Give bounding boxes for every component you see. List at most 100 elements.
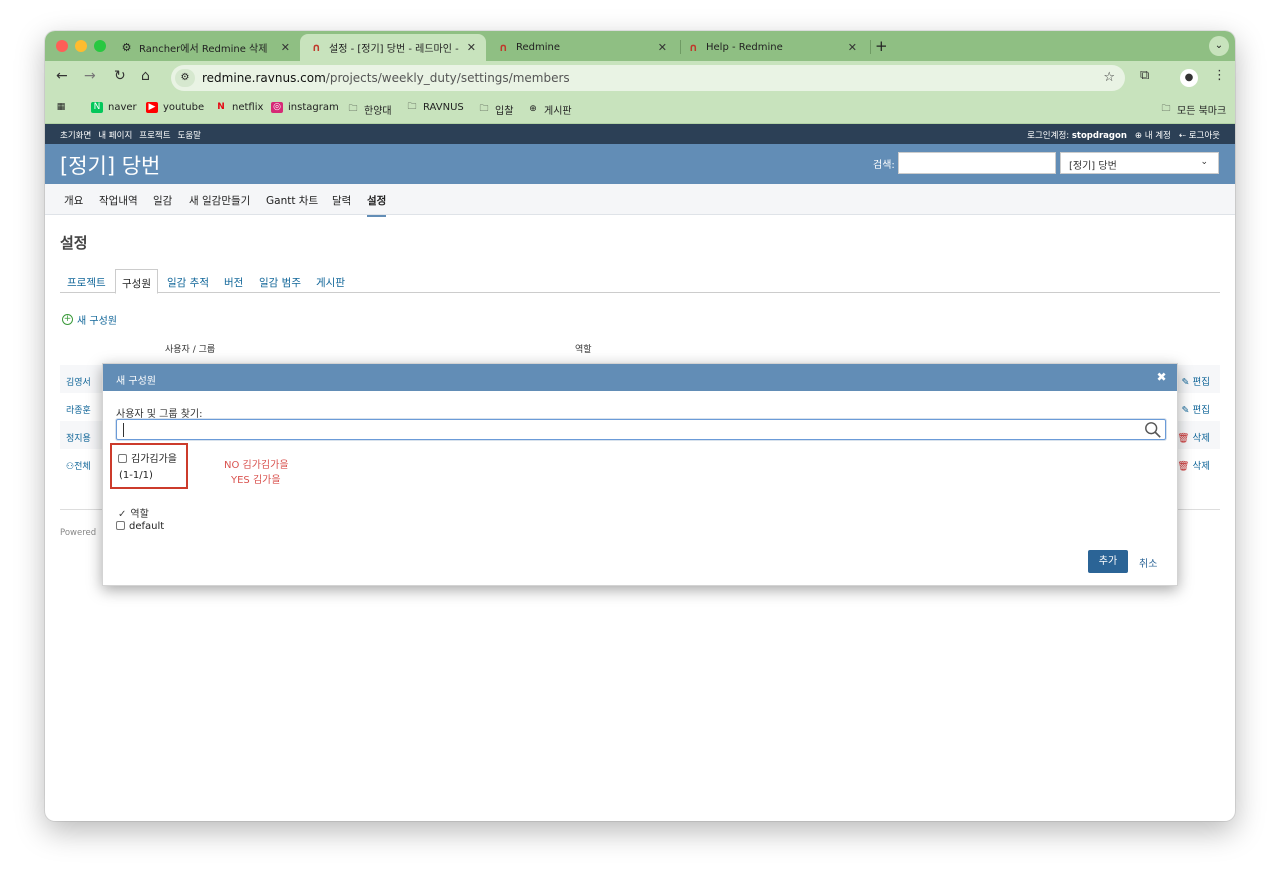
folder-icon: 🗀	[1161, 104, 1171, 114]
top-menu-help[interactable]: 도움말	[178, 129, 201, 141]
gear-icon: ⚙	[121, 41, 132, 54]
bookmark-netflix[interactable]: Nnetflix	[215, 102, 263, 113]
delete-link[interactable]: 🗑 삭제	[1177, 458, 1210, 472]
roles-legend[interactable]: ✓ 역할	[118, 505, 149, 520]
naver-icon: N	[91, 102, 103, 113]
menu-gantt[interactable]: Gantt 차트	[266, 193, 318, 208]
login-user[interactable]: stopdragon	[1072, 131, 1127, 141]
project-title: [정기] 당번	[60, 154, 161, 178]
reload-icon[interactable]: ↻	[114, 68, 126, 84]
minimize-window-button[interactable]	[75, 40, 87, 52]
site-settings-icon[interactable]: ⚙	[175, 69, 195, 87]
bookmark-naver[interactable]: Nnaver	[91, 102, 137, 113]
my-account-link[interactable]: ⊕ 내 계정	[1135, 129, 1171, 141]
tab-project[interactable]: 프로젝트	[67, 275, 106, 290]
tab-issue-categories[interactable]: 일감 범주	[259, 275, 301, 290]
bookmark-youtube[interactable]: ▶ youtube	[146, 102, 204, 113]
all-bookmarks[interactable]: 🗀 모든 북마크	[1160, 102, 1226, 117]
home-icon[interactable]: ⌂	[141, 68, 150, 84]
bookmark-folder-bid[interactable]: 🗀 입찰	[478, 102, 513, 117]
add-circle-icon: +	[62, 314, 73, 325]
cancel-link[interactable]: 취소	[1139, 555, 1157, 570]
principal-checkbox[interactable]	[118, 454, 127, 463]
role-checkbox[interactable]	[116, 521, 125, 530]
browser-menu-icon[interactable]: ⋮	[1213, 68, 1226, 83]
top-menu-projects[interactable]: 프로젝트	[139, 129, 170, 141]
member-name[interactable]: 라종훈	[66, 406, 91, 416]
netflix-icon: N	[217, 102, 225, 112]
principal-name: 김가김가을	[131, 454, 177, 465]
tab-separator	[870, 40, 871, 54]
logout-link[interactable]: ⇠ 로그아웃	[1179, 129, 1220, 141]
member-name[interactable]: 정지용	[66, 434, 91, 444]
pencil-icon: ✎	[1181, 405, 1190, 416]
delete-link[interactable]: 🗑 삭제	[1177, 430, 1210, 444]
project-header: [정기] 당번 검색: [정기] 당번 ⌄	[45, 144, 1235, 184]
principal-search-label: 사용자 및 그룹 찾기:	[116, 409, 203, 420]
add-button[interactable]: 추가	[1088, 550, 1128, 573]
profile-avatar-icon[interactable]: ●	[1180, 69, 1198, 87]
principal-search-input[interactable]	[116, 419, 1166, 440]
member-name[interactable]: 전체	[74, 462, 91, 472]
close-tab-icon[interactable]: ✕	[281, 41, 290, 54]
bookmark-folder-ravnus[interactable]: 🗀 RAVNUS	[406, 102, 464, 113]
bookmark-label: naver	[108, 102, 137, 113]
menu-activity[interactable]: 작업내역	[99, 193, 138, 208]
menu-calendar[interactable]: 달력	[332, 193, 351, 208]
extensions-icon[interactable]: ⧉	[1140, 68, 1149, 83]
apps-grid-icon[interactable]: ▦	[55, 102, 72, 113]
role-default[interactable]: default	[116, 521, 164, 532]
edit-link[interactable]: ✎ 편집	[1182, 374, 1210, 388]
browser-tab-help[interactable]: ∩ Help - Redmine ✕	[677, 34, 867, 61]
bookmark-label: youtube	[163, 102, 205, 113]
principal-candidate[interactable]: 김가김가을	[118, 450, 177, 465]
menu-new-issue[interactable]: 새 일감만들기	[189, 193, 250, 208]
menu-overview[interactable]: 개요	[64, 193, 83, 208]
delete-label: 삭제	[1192, 433, 1210, 444]
back-icon[interactable]: ←	[56, 68, 68, 84]
maximize-window-button[interactable]	[94, 40, 106, 52]
address-bar[interactable]: ⚙ redmine.ravnus.com/projects/weekly_dut…	[171, 65, 1125, 91]
bookmark-folder-hanyang[interactable]: 🗀 한양대	[347, 102, 391, 117]
member-name[interactable]: 김영서	[66, 378, 91, 388]
browser-tab-redmine[interactable]: ∩ Redmine ✕	[487, 34, 677, 61]
quick-search-input[interactable]	[898, 152, 1056, 174]
text-caret	[123, 423, 124, 437]
folder-icon: 🗀	[348, 104, 358, 114]
browser-tab-settings[interactable]: ∩ 설정 - [정기] 당번 - 레드마인 - 전 ✕	[300, 34, 486, 61]
bookmark-label: RAVNUS	[423, 102, 464, 113]
project-jump-select[interactable]: [정기] 당번 ⌄	[1060, 152, 1219, 174]
settings-tabs: 프로젝트 구성원 일감 추적 버전 일감 범주 게시판	[60, 269, 1220, 294]
forward-icon[interactable]: →	[84, 68, 96, 84]
chevron-down-icon: ⌄	[1200, 157, 1208, 167]
bookmark-board[interactable]: ⊕ 게시판	[527, 102, 571, 117]
menu-issues[interactable]: 일감	[153, 193, 172, 208]
browser-toolbar: ← → ↻ ⌂ ⚙ redmine.ravnus.com/projects/we…	[45, 61, 1235, 94]
tab-issue-tracking[interactable]: 일감 추적	[167, 275, 209, 290]
menu-settings[interactable]: 설정	[367, 193, 387, 217]
top-menu-my-page[interactable]: 내 페이지	[98, 129, 132, 141]
url-path: /projects/weekly_duty/settings/members	[325, 71, 570, 85]
close-window-button[interactable]	[56, 40, 68, 52]
bookmark-instagram[interactable]: ◎ instagram	[271, 102, 339, 113]
browser-tab-rancher[interactable]: ⚙ Rancher에서 Redmine 삭제 ✕	[110, 34, 300, 61]
tab-members[interactable]: 구성원	[115, 269, 158, 294]
close-tab-icon[interactable]: ✕	[467, 41, 476, 54]
tab-boards[interactable]: 게시판	[316, 275, 345, 290]
new-member-link[interactable]: + 새 구성원	[62, 312, 117, 327]
group-icon: ⚇	[66, 462, 75, 472]
edit-link[interactable]: ✎ 편집	[1182, 402, 1210, 416]
logout-label: 로그아웃	[1188, 131, 1220, 141]
main-menu: 개요 작업내역 일감 새 일감만들기 Gantt 차트 달력 설정	[45, 184, 1235, 217]
instagram-icon: ◎	[271, 102, 283, 113]
new-tab-icon[interactable]: +	[875, 37, 888, 55]
close-icon[interactable]: ✖	[1155, 371, 1168, 384]
close-tab-icon[interactable]: ✕	[848, 41, 857, 54]
annotation-note-yes: YES 김가을	[231, 475, 281, 486]
tab-search-icon[interactable]: ⌄	[1209, 36, 1229, 56]
close-tab-icon[interactable]: ✕	[658, 41, 667, 54]
tab-versions[interactable]: 버전	[224, 275, 243, 290]
bookmark-label: 입찰	[495, 106, 514, 117]
bookmark-star-icon[interactable]: ☆	[1103, 70, 1115, 85]
top-menu-home[interactable]: 초기화면	[60, 129, 91, 141]
